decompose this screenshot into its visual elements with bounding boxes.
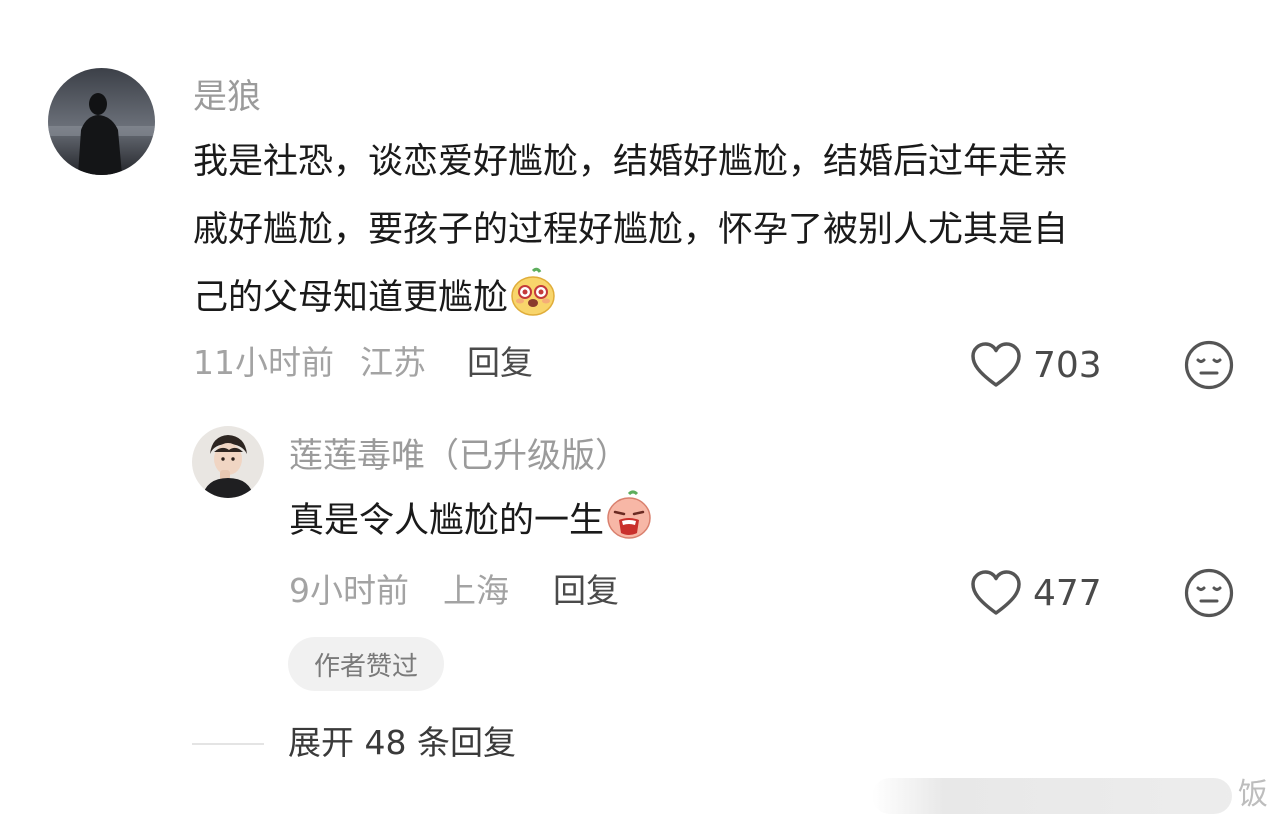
like-button[interactable] — [970, 569, 1022, 621]
like-button[interactable] — [970, 341, 1022, 393]
reply-button[interactable]: 回复 — [553, 574, 619, 607]
avatar[interactable] — [48, 68, 155, 175]
reply-text: 真是令人尴尬的一生 — [289, 501, 605, 541]
comment-text-line-2: 戚好尴尬，要孩子的过程好尴尬，怀孕了被别人尤其是自 — [193, 210, 1069, 250]
reply-avatar[interactable] — [192, 426, 264, 498]
reply-username[interactable]: 莲莲毒唯（已升级版） — [289, 439, 629, 473]
avatar-image — [192, 426, 264, 498]
avatar-image — [48, 68, 155, 175]
comment-text-line-3: 己的父母知道更尴尬 — [193, 264, 558, 340]
comment-text-line-1: 我是社恐，谈恋爱好尴尬，结婚好尴尬，结婚后过年走亲 — [193, 142, 1069, 182]
watermark-text: 饭 — [1238, 777, 1268, 812]
reply-location: 上海 — [443, 571, 509, 610]
reply-time: 9小时前 — [289, 571, 409, 610]
author-liked-badge: 作者赞过 — [288, 637, 444, 691]
comment-username[interactable]: 是狼 — [193, 80, 261, 114]
laughing-face-emoji — [508, 267, 558, 340]
reply-text-line: 真是令人尴尬的一生 — [289, 487, 654, 563]
dislike-button[interactable] — [1184, 340, 1234, 394]
comment-location: 江苏 — [360, 343, 426, 382]
comment-text-line-3-label: 己的父母知道更尴尬 — [193, 278, 509, 318]
reply-button[interactable]: 回复 — [467, 346, 533, 379]
neutral-face-icon — [1184, 568, 1234, 618]
like-count: 703 — [1033, 345, 1102, 386]
heart-icon — [971, 342, 1021, 387]
comment-time: 11小时前 — [193, 343, 334, 382]
dislike-button[interactable] — [1184, 568, 1234, 622]
crying-face-emoji — [604, 490, 654, 563]
expand-divider — [192, 743, 264, 745]
watermark-bar — [872, 778, 1232, 814]
heart-icon — [971, 570, 1021, 615]
like-count: 477 — [1033, 573, 1102, 614]
neutral-face-icon — [1184, 340, 1234, 390]
expand-replies-button[interactable]: 展开 48 条回复 — [288, 726, 516, 759]
